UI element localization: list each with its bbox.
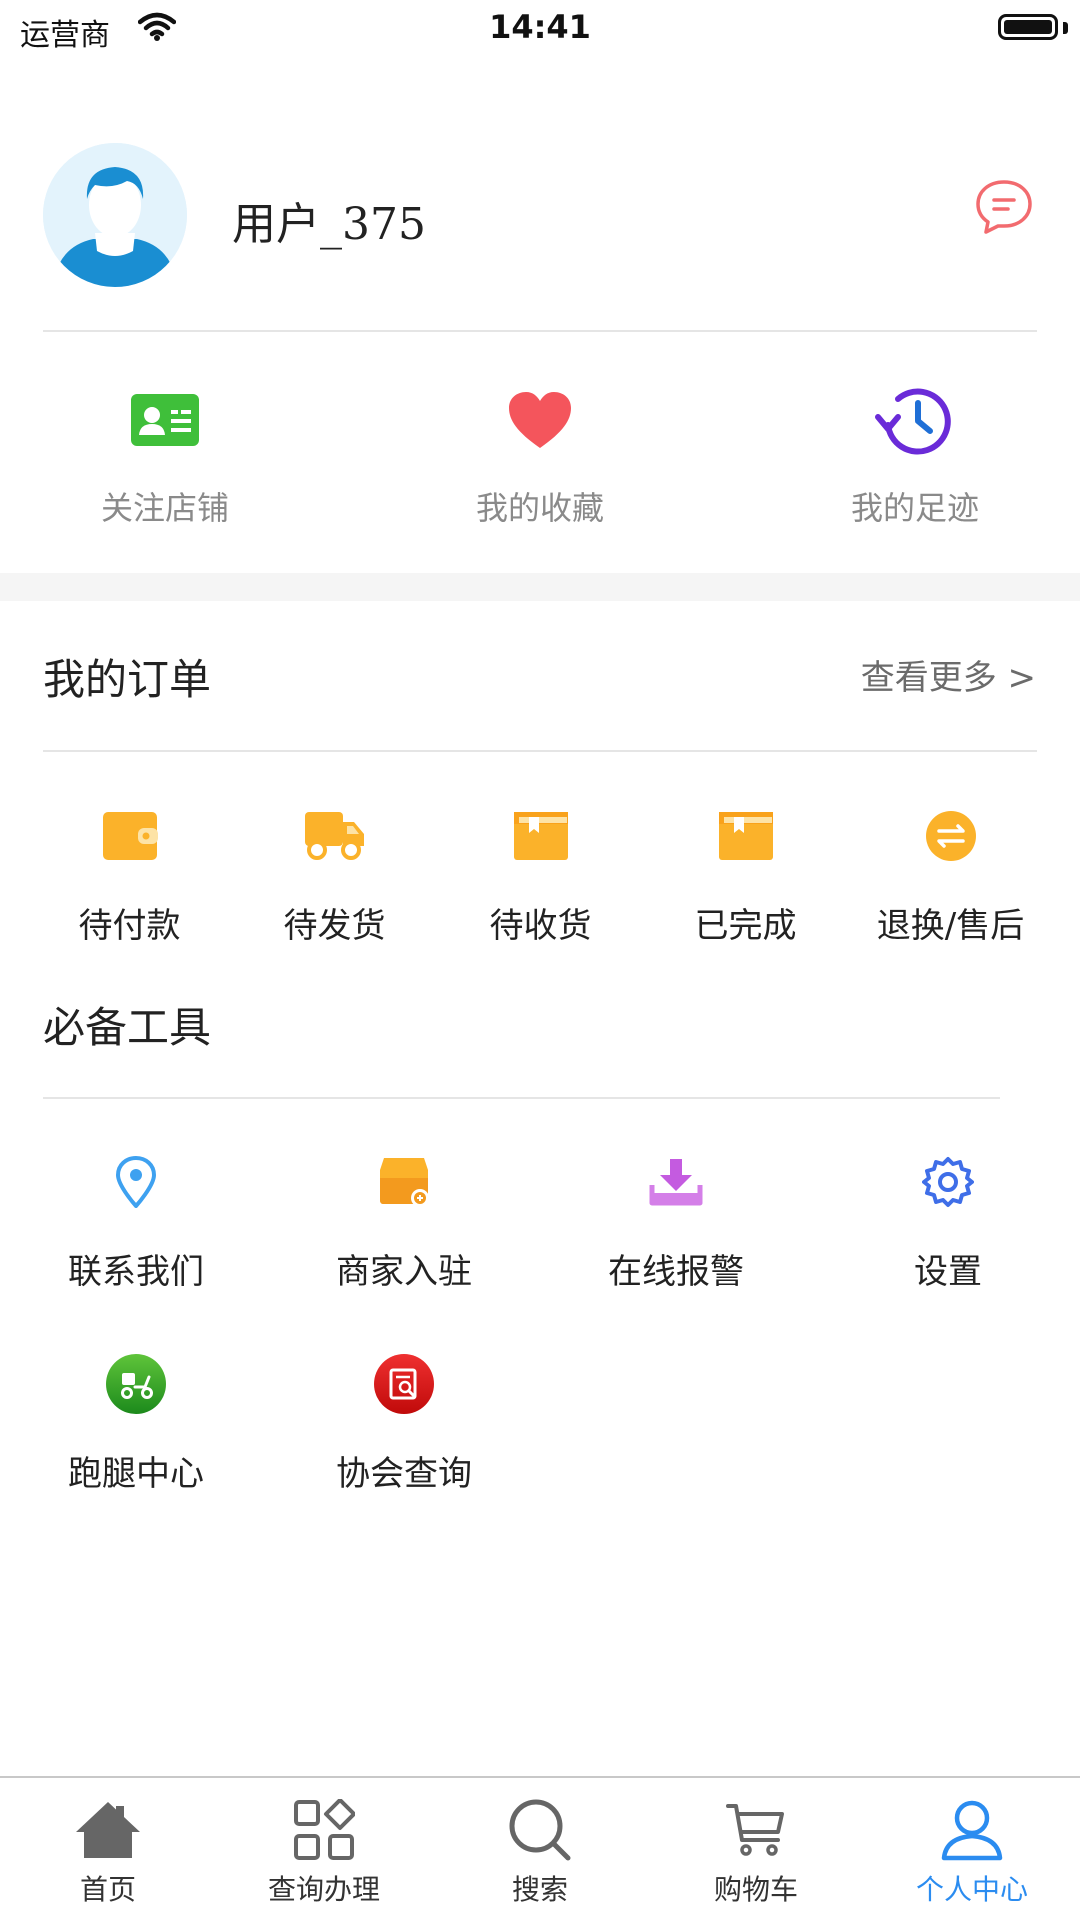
tools-divider — [43, 1097, 1000, 1099]
battery-icon — [998, 14, 1058, 40]
tools-title: 必备工具 — [43, 1003, 212, 1052]
view-more-orders-link[interactable]: 查看更多 > — [861, 650, 1036, 699]
tool-association-query[interactable]: 协会查询 — [268, 1354, 540, 1495]
tab-cart[interactable]: 购物车 — [648, 1798, 864, 1908]
tab-label: 购物车 — [713, 1873, 798, 1906]
tab-label: 搜索 — [511, 1873, 568, 1906]
quick-link-label: 我的足迹 — [850, 489, 979, 527]
bottom-tab-bar: 首页 查询办理 搜索 购物车 个人中心 — [0, 1776, 1080, 1920]
cart-icon — [648, 1798, 864, 1862]
tab-home[interactable]: 首页 — [0, 1798, 216, 1908]
order-status-label: 待发货 — [283, 906, 386, 946]
orders-title: 我的订单 — [43, 655, 212, 704]
username: 用户_375 — [232, 199, 426, 250]
heart-icon — [375, 375, 705, 465]
message-icon[interactable] — [974, 178, 1034, 240]
tool-label: 跑腿中心 — [68, 1454, 204, 1494]
order-after-sales[interactable]: 退换/售后 — [848, 808, 1053, 947]
search-icon — [432, 1798, 648, 1862]
tool-contact-us[interactable]: 联系我们 — [0, 1154, 272, 1293]
tab-label: 查询办理 — [267, 1873, 380, 1906]
section-separator — [0, 573, 1080, 601]
tool-label: 协会查询 — [336, 1454, 472, 1494]
box-icon — [438, 808, 643, 864]
tool-online-report[interactable]: 在线报警 — [540, 1154, 812, 1293]
download-tray-icon — [540, 1154, 812, 1210]
quick-link-history[interactable]: 我的足迹 — [750, 375, 1080, 529]
tool-label: 设置 — [914, 1252, 982, 1292]
tool-merchant-join[interactable]: 商家入驻 — [268, 1154, 540, 1293]
orders-divider — [43, 750, 1037, 752]
tool-label: 联系我们 — [68, 1252, 204, 1292]
exchange-icon — [848, 808, 1053, 864]
order-pending-shipment[interactable]: 待发货 — [232, 808, 437, 947]
location-pin-icon — [0, 1154, 272, 1210]
avatar[interactable] — [43, 143, 187, 287]
tab-search[interactable]: 搜索 — [432, 1798, 648, 1908]
tab-label: 个人中心 — [915, 1873, 1028, 1906]
grid-icon — [216, 1798, 432, 1862]
quick-link-label: 我的收藏 — [475, 489, 604, 527]
order-status-label: 待付款 — [78, 906, 181, 946]
search-document-icon — [268, 1354, 540, 1414]
store-icon — [268, 1154, 540, 1210]
status-bar: 运营商 14:41 — [0, 0, 1080, 60]
tool-settings[interactable]: 设置 — [812, 1154, 1080, 1293]
tab-label: 首页 — [79, 1873, 136, 1906]
tab-profile[interactable]: 个人中心 — [864, 1798, 1080, 1908]
profile-divider — [43, 330, 1037, 332]
tool-label: 在线报警 — [608, 1252, 744, 1292]
id-card-icon — [0, 375, 330, 465]
order-completed[interactable]: 已完成 — [643, 808, 848, 947]
gear-icon — [812, 1154, 1080, 1210]
tab-query[interactable]: 查询办理 — [216, 1798, 432, 1908]
order-pending-payment[interactable]: 待付款 — [27, 808, 232, 947]
order-status-label: 已完成 — [694, 906, 797, 946]
quick-link-favorites[interactable]: 我的收藏 — [375, 375, 705, 529]
quick-link-follow-shops[interactable]: 关注店铺 — [0, 375, 330, 529]
status-time: 14:41 — [489, 8, 591, 46]
box-done-icon — [643, 808, 848, 864]
tool-errand-center[interactable]: 跑腿中心 — [0, 1354, 272, 1495]
scooter-icon — [0, 1354, 272, 1414]
order-status-label: 待收货 — [489, 906, 592, 946]
tool-label: 商家入驻 — [336, 1252, 472, 1292]
home-icon — [0, 1798, 216, 1862]
wallet-icon — [27, 808, 232, 864]
order-pending-receipt[interactable]: 待收货 — [438, 808, 643, 947]
truck-icon — [232, 808, 437, 864]
user-icon — [864, 1798, 1080, 1862]
battery-tip — [1063, 22, 1068, 34]
history-icon — [750, 375, 1080, 465]
order-status-label: 退换/售后 — [876, 906, 1025, 946]
quick-link-label: 关注店铺 — [100, 489, 229, 527]
